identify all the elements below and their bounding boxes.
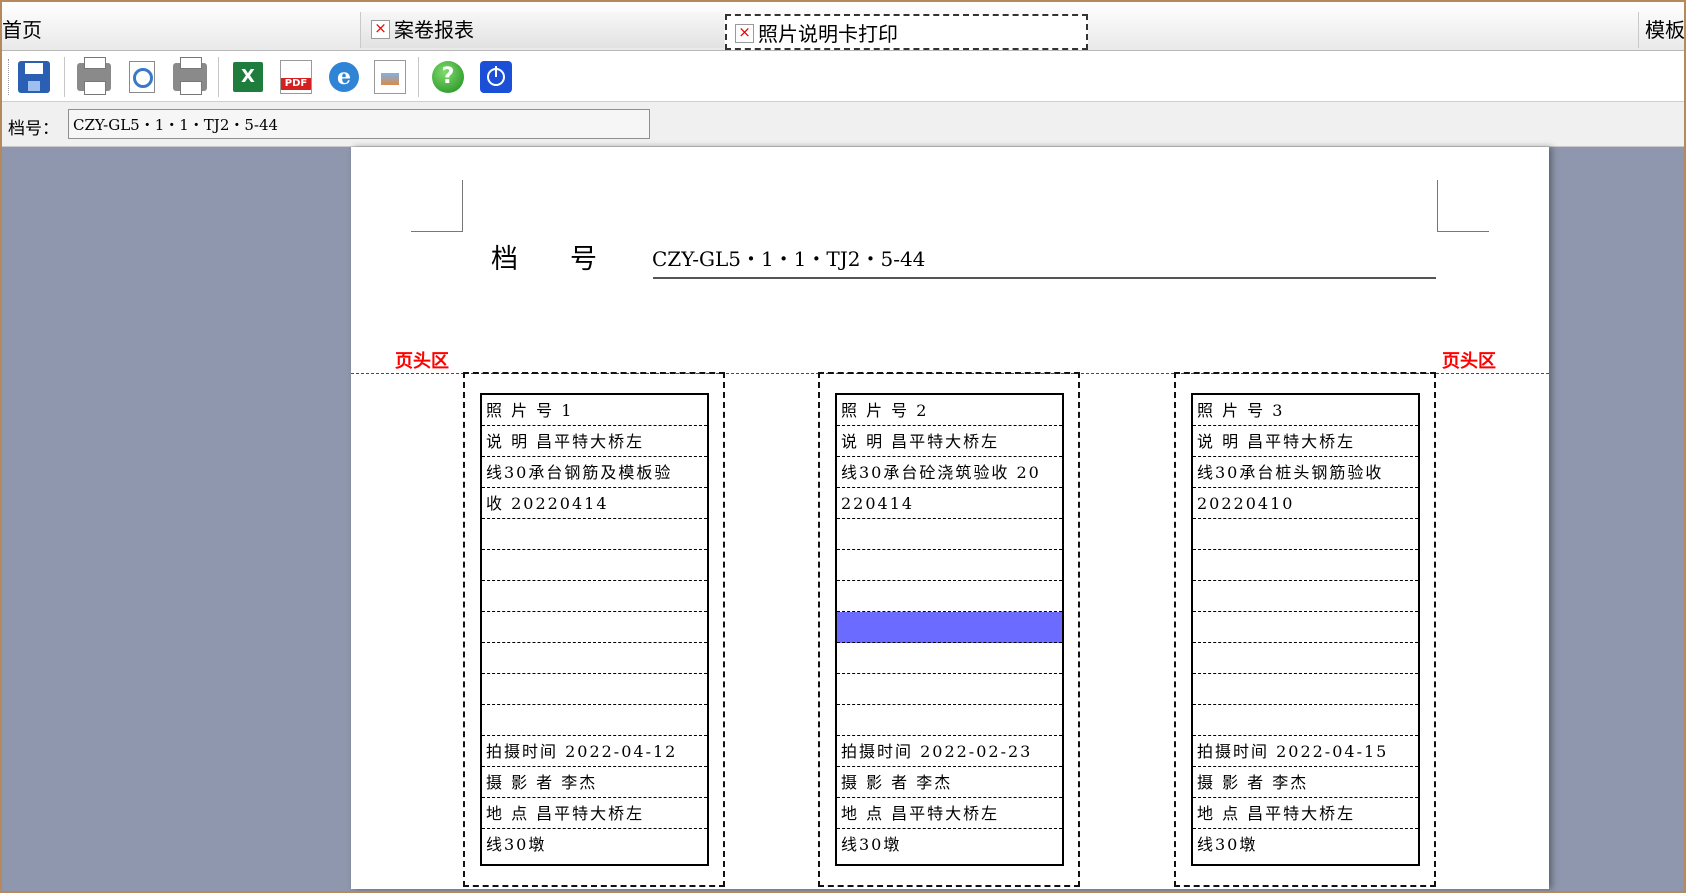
- card-row: 地 点 昌平特大桥左: [837, 798, 1062, 829]
- printer-setup-icon: [173, 57, 207, 95]
- selected-row[interactable]: [837, 612, 1062, 643]
- image-export-button[interactable]: [372, 59, 408, 95]
- save-icon: [18, 61, 50, 93]
- excel-export-icon: X: [233, 62, 263, 92]
- photo-card: 照 片 号 2 说 明 昌平特大桥左 线30承台砼浇筑验收 20 220414 …: [818, 372, 1080, 887]
- toolbar-separator: [64, 57, 65, 97]
- close-icon[interactable]: ×: [735, 24, 754, 43]
- card-row: 拍摄时间 2022-04-15: [1193, 736, 1418, 767]
- crop-mark-left: [411, 180, 463, 232]
- card-row: 说 明 昌平特大桥左: [837, 426, 1062, 457]
- card-row: 说 明 昌平特大桥左: [482, 426, 707, 457]
- archive-number-input[interactable]: CZY-GL5・1・1・TJ2・5-44: [68, 109, 650, 139]
- card-row: 收 20220414: [482, 488, 707, 519]
- card-row: [1193, 550, 1418, 581]
- tab-home-label: 首页: [2, 18, 42, 42]
- card-row: 线30承台钢筋及模板验: [482, 457, 707, 488]
- toolbar-separator: [418, 57, 419, 97]
- card-row: 照 片 号 3: [1193, 395, 1418, 426]
- print-preview-button[interactable]: [124, 59, 160, 95]
- card-row: 摄 影 者 李杰: [837, 767, 1062, 798]
- card-row: 220414: [837, 488, 1062, 519]
- card-row: 地 点 昌平特大桥左: [1193, 798, 1418, 829]
- tab-report[interactable]: × 案卷报表: [360, 12, 724, 48]
- card-row: [837, 643, 1062, 674]
- toolbar-grip[interactable]: [8, 59, 12, 95]
- card-row: [837, 581, 1062, 612]
- card-row: 地 点 昌平特大桥左: [482, 798, 707, 829]
- card-row: 照 片 号 2: [837, 395, 1062, 426]
- help-icon: ?: [432, 61, 464, 93]
- archive-value: CZY-GL5・1・1・TJ2・5-44: [652, 247, 926, 271]
- photo-card-table: 照 片 号 2 说 明 昌平特大桥左 线30承台砼浇筑验收 20 220414 …: [835, 393, 1064, 866]
- photo-card-table: 照 片 号 3 说 明 昌平特大桥左 线30承台桩头钢筋验收 20220410 …: [1191, 393, 1420, 866]
- card-row: [482, 519, 707, 550]
- card-row: [837, 705, 1062, 736]
- card-row: [482, 643, 707, 674]
- toolbar-separator: [218, 57, 219, 97]
- exit-button[interactable]: [478, 59, 514, 95]
- archive-label: 档号: [491, 244, 649, 275]
- card-row: [837, 674, 1062, 705]
- card-row: [837, 519, 1062, 550]
- card-row: [482, 705, 707, 736]
- pdf-export-icon: PDF: [280, 60, 312, 94]
- card-row: 线30墩: [841, 835, 902, 854]
- card-row: [837, 550, 1062, 581]
- excel-export-button[interactable]: X: [230, 59, 266, 95]
- card-row: [1193, 705, 1418, 736]
- toolbar: X PDF e ?: [2, 51, 1684, 102]
- tab-home[interactable]: 首页: [2, 12, 358, 48]
- ie-button[interactable]: e: [326, 59, 362, 95]
- ie-icon: e: [329, 62, 359, 92]
- card-row: 说 明 昌平特大桥左: [1193, 426, 1418, 457]
- printer-setup-button[interactable]: [172, 57, 208, 95]
- card-row: [1193, 612, 1418, 643]
- print-icon: [77, 57, 111, 95]
- tab-template-label: 模板(: [1645, 18, 1686, 42]
- crop-mark-right: [1437, 180, 1489, 232]
- card-row: 摄 影 者 李杰: [482, 767, 707, 798]
- card-row: 拍摄时间 2022-02-23: [837, 736, 1062, 767]
- print-button[interactable]: [76, 57, 112, 95]
- photo-card: 照 片 号 3 说 明 昌平特大桥左 线30承台桩头钢筋验收 20220410 …: [1174, 372, 1436, 887]
- close-icon[interactable]: ×: [371, 20, 390, 39]
- tab-template[interactable]: 模板(: [1638, 12, 1686, 48]
- tab-photo-print[interactable]: × 照片说明卡打印: [725, 14, 1088, 50]
- tab-report-label: 案卷报表: [394, 18, 474, 42]
- archive-underline: [653, 277, 1436, 279]
- tab-photo-print-label: 照片说明卡打印: [758, 22, 898, 46]
- save-button[interactable]: [16, 59, 52, 95]
- card-row: 20220410: [1193, 488, 1418, 519]
- card-row: [1193, 519, 1418, 550]
- image-export-icon: [374, 60, 406, 94]
- card-row: 摄 影 者 李杰: [1193, 767, 1418, 798]
- card-row: 线30墩: [1197, 835, 1258, 854]
- card-row: [482, 550, 707, 581]
- exit-icon: [480, 61, 512, 93]
- page-header-tag-right: 页头区: [1442, 351, 1496, 372]
- photo-card-table: 照 片 号 1 说 明 昌平特大桥左 线30承台钢筋及模板验 收 2022041…: [480, 393, 709, 866]
- card-row: 线30承台砼浇筑验收 20: [837, 457, 1062, 488]
- card-row: 照 片 号 1: [482, 395, 707, 426]
- page-header-tag-left: 页头区: [395, 351, 449, 372]
- card-row: [482, 581, 707, 612]
- archive-number-label: 档号：: [8, 119, 59, 139]
- card-row: 拍摄时间 2022-04-12: [482, 736, 707, 767]
- print-preview-icon: [129, 61, 155, 93]
- card-row: 线30墩: [486, 835, 547, 854]
- card-row: [482, 612, 707, 643]
- card-row: [482, 674, 707, 705]
- tab-bar: 首页 ×案卷报表 ×照片说明卡打印 模板(: [2, 2, 1686, 51]
- print-preview-page[interactable]: 档号 CZY-GL5・1・1・TJ2・5-44 页头区 页头区 照 片 号 1 …: [351, 147, 1549, 889]
- card-row: [1193, 643, 1418, 674]
- card-row: [1193, 674, 1418, 705]
- card-row: [1193, 581, 1418, 612]
- help-button[interactable]: ?: [430, 59, 466, 95]
- photo-card: 照 片 号 1 说 明 昌平特大桥左 线30承台钢筋及模板验 收 2022041…: [463, 372, 725, 887]
- archive-number-bar: 档号： CZY-GL5・1・1・TJ2・5-44: [2, 102, 1684, 147]
- card-row: 线30承台桩头钢筋验收: [1193, 457, 1418, 488]
- pdf-export-button[interactable]: PDF: [278, 59, 314, 95]
